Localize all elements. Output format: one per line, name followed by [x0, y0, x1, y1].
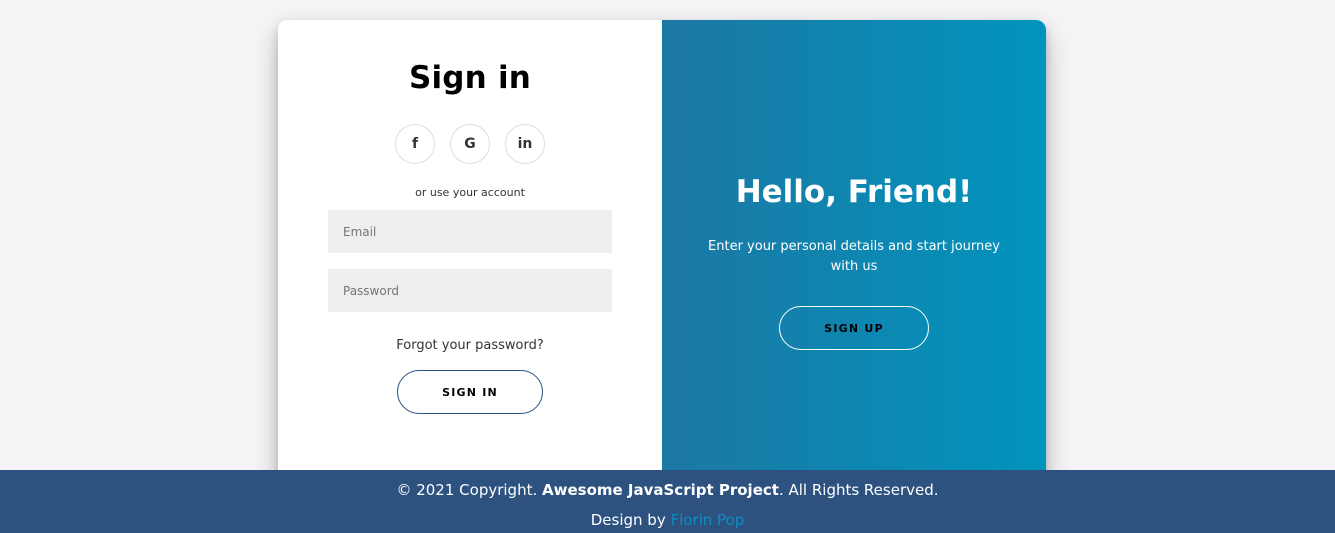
forgot-password-link[interactable]: Forgot your password? — [278, 338, 662, 353]
sign-up-button[interactable]: SIGN UP — [779, 306, 929, 350]
page-footer: © 2021 Copyright. Awesome JavaScript Pro… — [0, 470, 1335, 533]
copyright-prefix: © 2021 Copyright. — [396, 481, 542, 499]
linkedin-button[interactable]: in — [505, 124, 545, 164]
facebook-button[interactable]: f — [395, 124, 435, 164]
project-name: Awesome JavaScript Project — [542, 481, 779, 499]
welcome-text: Enter your personal details and start jo… — [708, 239, 1000, 274]
signin-panel: Sign in f G in or use your account Forgo… — [278, 20, 662, 490]
email-field[interactable] — [328, 210, 612, 253]
social-buttons: f G in — [395, 124, 545, 164]
design-credit: Design by Florin Pop — [0, 511, 1335, 529]
google-icon: G — [464, 136, 476, 152]
welcome-title: Hello, Friend! — [735, 174, 973, 210]
auth-card: Sign in f G in or use your account Forgo… — [278, 20, 1046, 490]
password-field[interactable] — [328, 269, 612, 312]
design-prefix: Design by — [590, 511, 671, 529]
linkedin-icon: in — [517, 136, 533, 152]
signin-title: Sign in — [408, 60, 532, 96]
welcome-panel: Hello, Friend! Enter your personal detai… — [662, 20, 1046, 490]
copyright-text: © 2021 Copyright. Awesome JavaScript Pro… — [0, 481, 1335, 499]
copyright-suffix: . All Rights Reserved. — [778, 481, 939, 499]
google-button[interactable]: G — [450, 124, 490, 164]
alt-signin-text: or use your account — [415, 186, 525, 199]
facebook-icon: f — [411, 136, 419, 152]
designer-link[interactable]: Florin Pop — [670, 511, 744, 529]
sign-in-button[interactable]: SIGN IN — [397, 370, 543, 414]
